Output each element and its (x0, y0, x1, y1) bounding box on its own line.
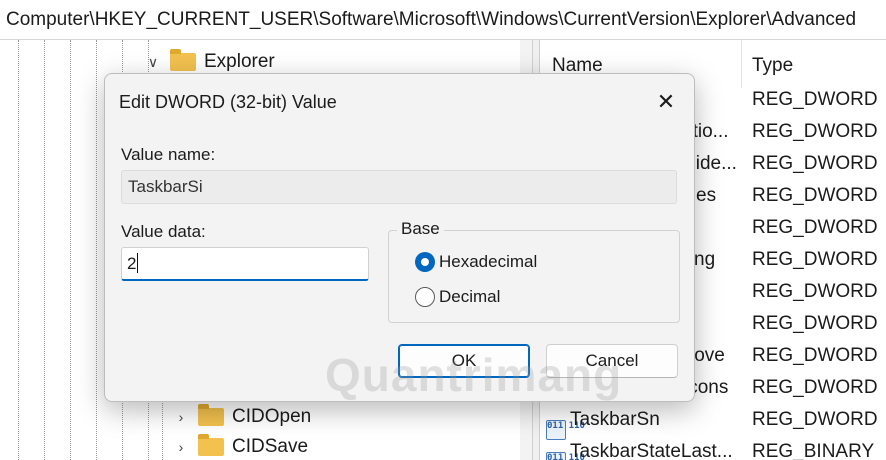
edit-dword-dialog: Edit DWORD (32-bit) Value ✕ Value name: … (104, 73, 695, 402)
radio-selected-icon (415, 252, 435, 272)
table-row[interactable]: 011 110TaskbarSn REG_DWORD (540, 404, 886, 440)
row-name: TaskbarStateLast... (570, 441, 733, 460)
radio-label: Hexadecimal (439, 252, 538, 271)
radio-hexadecimal[interactable]: Hexadecimal (415, 252, 537, 272)
chevron-right-icon[interactable]: › (174, 439, 188, 455)
value-data-label: Value data: (121, 222, 206, 241)
reg-binary-icon: 011 110 (546, 452, 585, 460)
row-type: REG_DWORD (752, 409, 878, 430)
column-header-type[interactable]: Type (752, 40, 793, 88)
tree-guide-line (44, 40, 45, 460)
row-type: REG_DWORD (752, 377, 878, 398)
base-group (388, 230, 680, 323)
text-caret (137, 253, 139, 273)
row-type: REG_DWORD (752, 313, 878, 334)
table-row[interactable]: 011 110TaskbarStateLast... REG_BINARY (540, 436, 886, 460)
value-data-input[interactable]: 2 (121, 247, 369, 281)
row-type: REG_DWORD (752, 217, 878, 238)
tree-guide-line (70, 40, 71, 460)
folder-icon (170, 49, 196, 71)
tree-item-label: CIDSave (232, 436, 309, 457)
address-bar[interactable]: Computer\HKEY_CURRENT_USER\Software\Micr… (0, 0, 886, 40)
tree-guide-line (18, 40, 19, 460)
row-type: REG_DWORD (752, 121, 878, 142)
tree-guide-line (96, 40, 97, 460)
row-type: REG_DWORD (752, 249, 878, 270)
value-data-text: 2 (127, 254, 137, 273)
value-name-label: Value name: (121, 145, 216, 164)
row-type: REG_DWORD (752, 345, 878, 366)
row-type: REG_DWORD (752, 89, 878, 110)
row-type: REG_BINARY (752, 441, 875, 460)
base-group-label: Base (397, 219, 444, 239)
radio-decimal[interactable]: Decimal (415, 287, 500, 307)
tree-item-label: CIDOpen (232, 406, 312, 427)
value-name-field: TaskbarSi (121, 170, 677, 204)
radio-unselected-icon (415, 287, 435, 307)
close-icon[interactable]: ✕ (645, 84, 687, 120)
tree-item-cidopen[interactable]: › CIDOpen (174, 402, 311, 432)
tree-item-cidsave[interactable]: › CIDSave (174, 432, 308, 460)
folder-icon (198, 434, 224, 456)
column-divider[interactable] (741, 40, 742, 88)
ok-button[interactable]: OK (398, 344, 530, 378)
chevron-right-icon[interactable]: › (174, 409, 188, 425)
folder-icon (198, 404, 224, 426)
row-type: REG_DWORD (752, 153, 878, 174)
chevron-down-icon[interactable]: ∨ (146, 54, 160, 71)
row-type: REG_DWORD (752, 281, 878, 302)
tree-item-label: Explorer (204, 51, 275, 72)
dialog-title: Edit DWORD (32-bit) Value (119, 92, 337, 112)
cancel-button[interactable]: Cancel (546, 344, 678, 378)
row-name: TaskbarSn (570, 409, 660, 430)
row-type: REG_DWORD (752, 185, 878, 206)
radio-label: Decimal (439, 287, 501, 306)
